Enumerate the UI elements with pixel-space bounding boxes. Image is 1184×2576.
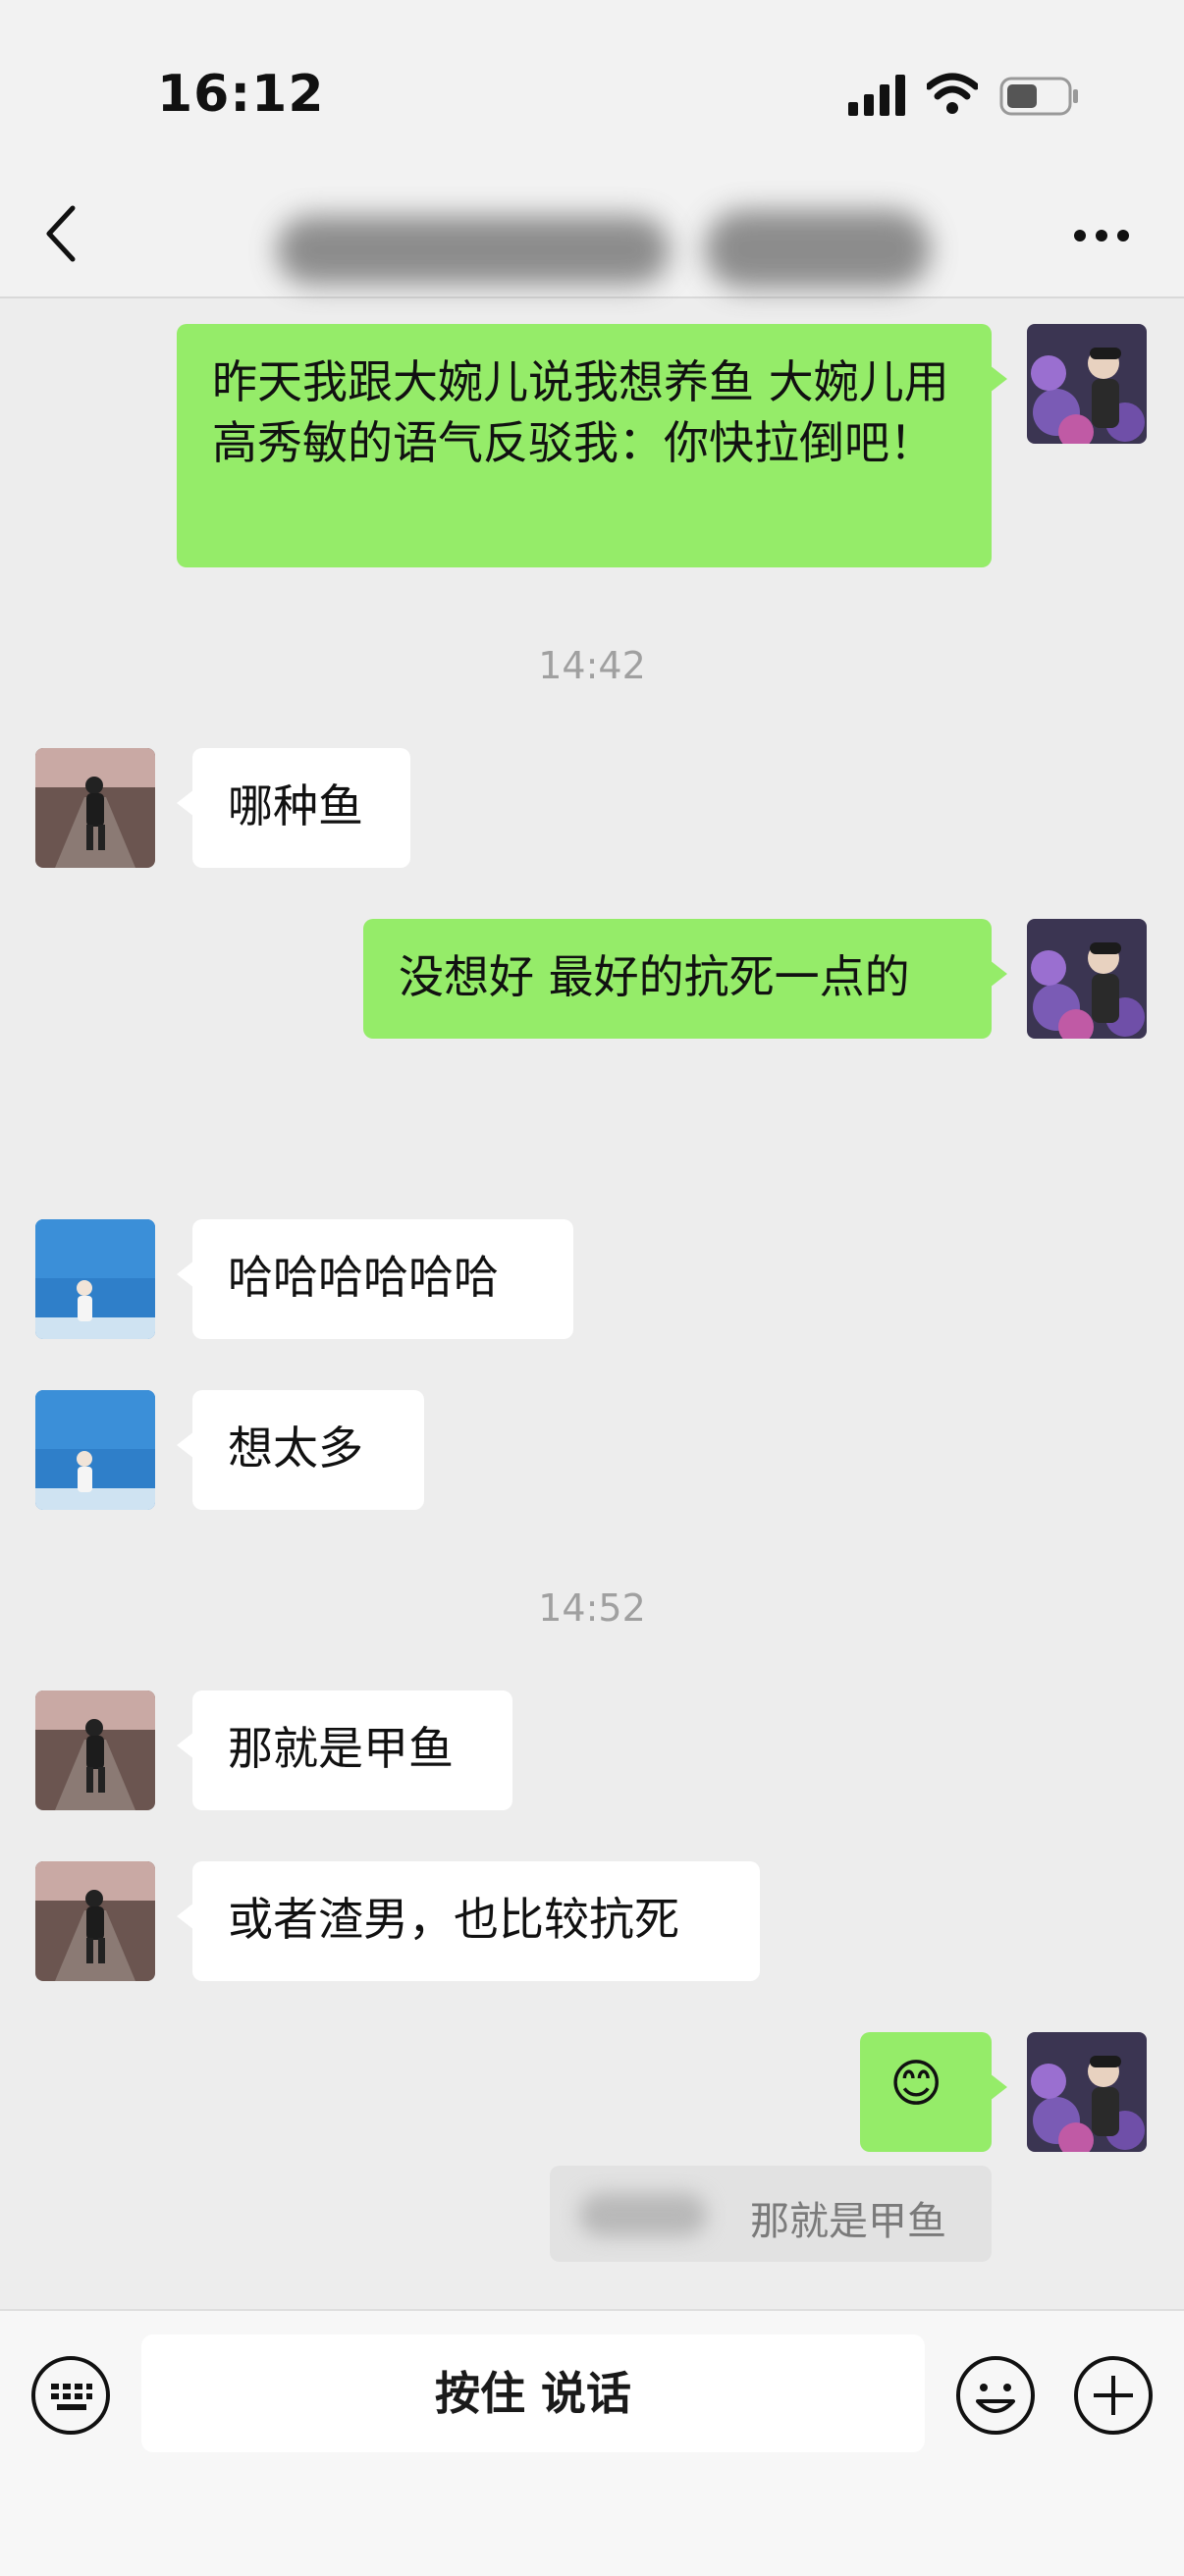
- contact-avatar[interactable]: [35, 748, 155, 868]
- input-bar: 按住 说话: [0, 2309, 1184, 2576]
- message-row: 哈哈哈哈哈哈: [0, 1219, 1184, 1341]
- message-bubble-incoming[interactable]: 想太多: [177, 1390, 424, 1510]
- message-row: 😊: [0, 2032, 1184, 2154]
- message-bubble-incoming[interactable]: 哈哈哈哈哈哈: [177, 1219, 573, 1339]
- contact-avatar[interactable]: [35, 1861, 155, 1981]
- chevron-left-icon[interactable]: [41, 204, 81, 263]
- chat-header: [0, 177, 1184, 298]
- contact-avatar[interactable]: [35, 1390, 155, 1510]
- message-row: 或者渣男，也比较抗死: [0, 1861, 1184, 1983]
- message-row: 没想好 最好的抗死一点的: [0, 919, 1184, 1041]
- quoted-text: 那就是甲鱼: [750, 2199, 946, 2244]
- status-time: 16:12: [157, 65, 325, 124]
- message-text: 昨天我跟大婉儿说我想养鱼 大婉儿用高秀敏的语气反驳我：你快拉倒吧！: [212, 355, 949, 469]
- message-row: 那就是甲鱼: [0, 1690, 1184, 1812]
- message-bubble-incoming[interactable]: 那就是甲鱼: [177, 1690, 512, 1810]
- timestamp: 14:42: [538, 644, 646, 687]
- message-bubble-outgoing[interactable]: 😊: [860, 2032, 1007, 2152]
- message-bubble-outgoing[interactable]: 没想好 最好的抗死一点的: [363, 919, 1007, 1039]
- emoji-smile-icon: 😊: [889, 2055, 943, 2114]
- contact-avatar[interactable]: [35, 1219, 155, 1339]
- contact-avatar[interactable]: [35, 1690, 155, 1810]
- message-text: 或者渣男，也比较抗死: [228, 1893, 679, 1946]
- status-bar: 16:12: [0, 0, 1184, 177]
- more-dots-icon[interactable]: [1072, 228, 1131, 243]
- battery-icon: [999, 77, 1078, 116]
- redacted-chat-title-part: [705, 210, 931, 289]
- emoji-face-icon[interactable]: [954, 2354, 1037, 2437]
- timestamp: 14:52: [538, 1586, 646, 1630]
- wifi-icon: [927, 73, 978, 114]
- message-text: 没想好 最好的抗死一点的: [399, 950, 910, 1003]
- message-row: 哪种鱼: [0, 748, 1184, 870]
- keyboard-icon[interactable]: [29, 2354, 112, 2437]
- plus-circle-icon[interactable]: [1072, 2354, 1155, 2437]
- message-text: 哪种鱼: [228, 779, 363, 832]
- message-text: 想太多: [228, 1422, 363, 1475]
- my-avatar[interactable]: [1027, 324, 1147, 444]
- my-avatar[interactable]: [1027, 919, 1147, 1039]
- message-text: 哈哈哈哈哈哈: [228, 1251, 499, 1304]
- message-row: 昨天我跟大婉儿说我想养鱼 大婉儿用高秀敏的语气反驳我：你快拉倒吧！: [0, 324, 1184, 569]
- cellular-signal-icon: [848, 75, 905, 116]
- message-bubble-incoming[interactable]: 或者渣男，也比较抗死: [177, 1861, 760, 1981]
- hold-to-talk-button[interactable]: 按住 说话: [141, 2334, 925, 2452]
- message-bubble-incoming[interactable]: 哪种鱼: [177, 748, 410, 868]
- my-avatar[interactable]: [1027, 2032, 1147, 2152]
- message-row: 想太多: [0, 1390, 1184, 1512]
- message-bubble-outgoing[interactable]: 昨天我跟大婉儿说我想养鱼 大婉儿用高秀敏的语气反驳我：你快拉倒吧！: [177, 324, 1007, 567]
- redacted-sender-name: [579, 2193, 707, 2236]
- quoted-message[interactable]: 那就是甲鱼: [550, 2166, 992, 2262]
- redacted-chat-title: [277, 216, 670, 285]
- message-text: 那就是甲鱼: [228, 1722, 454, 1775]
